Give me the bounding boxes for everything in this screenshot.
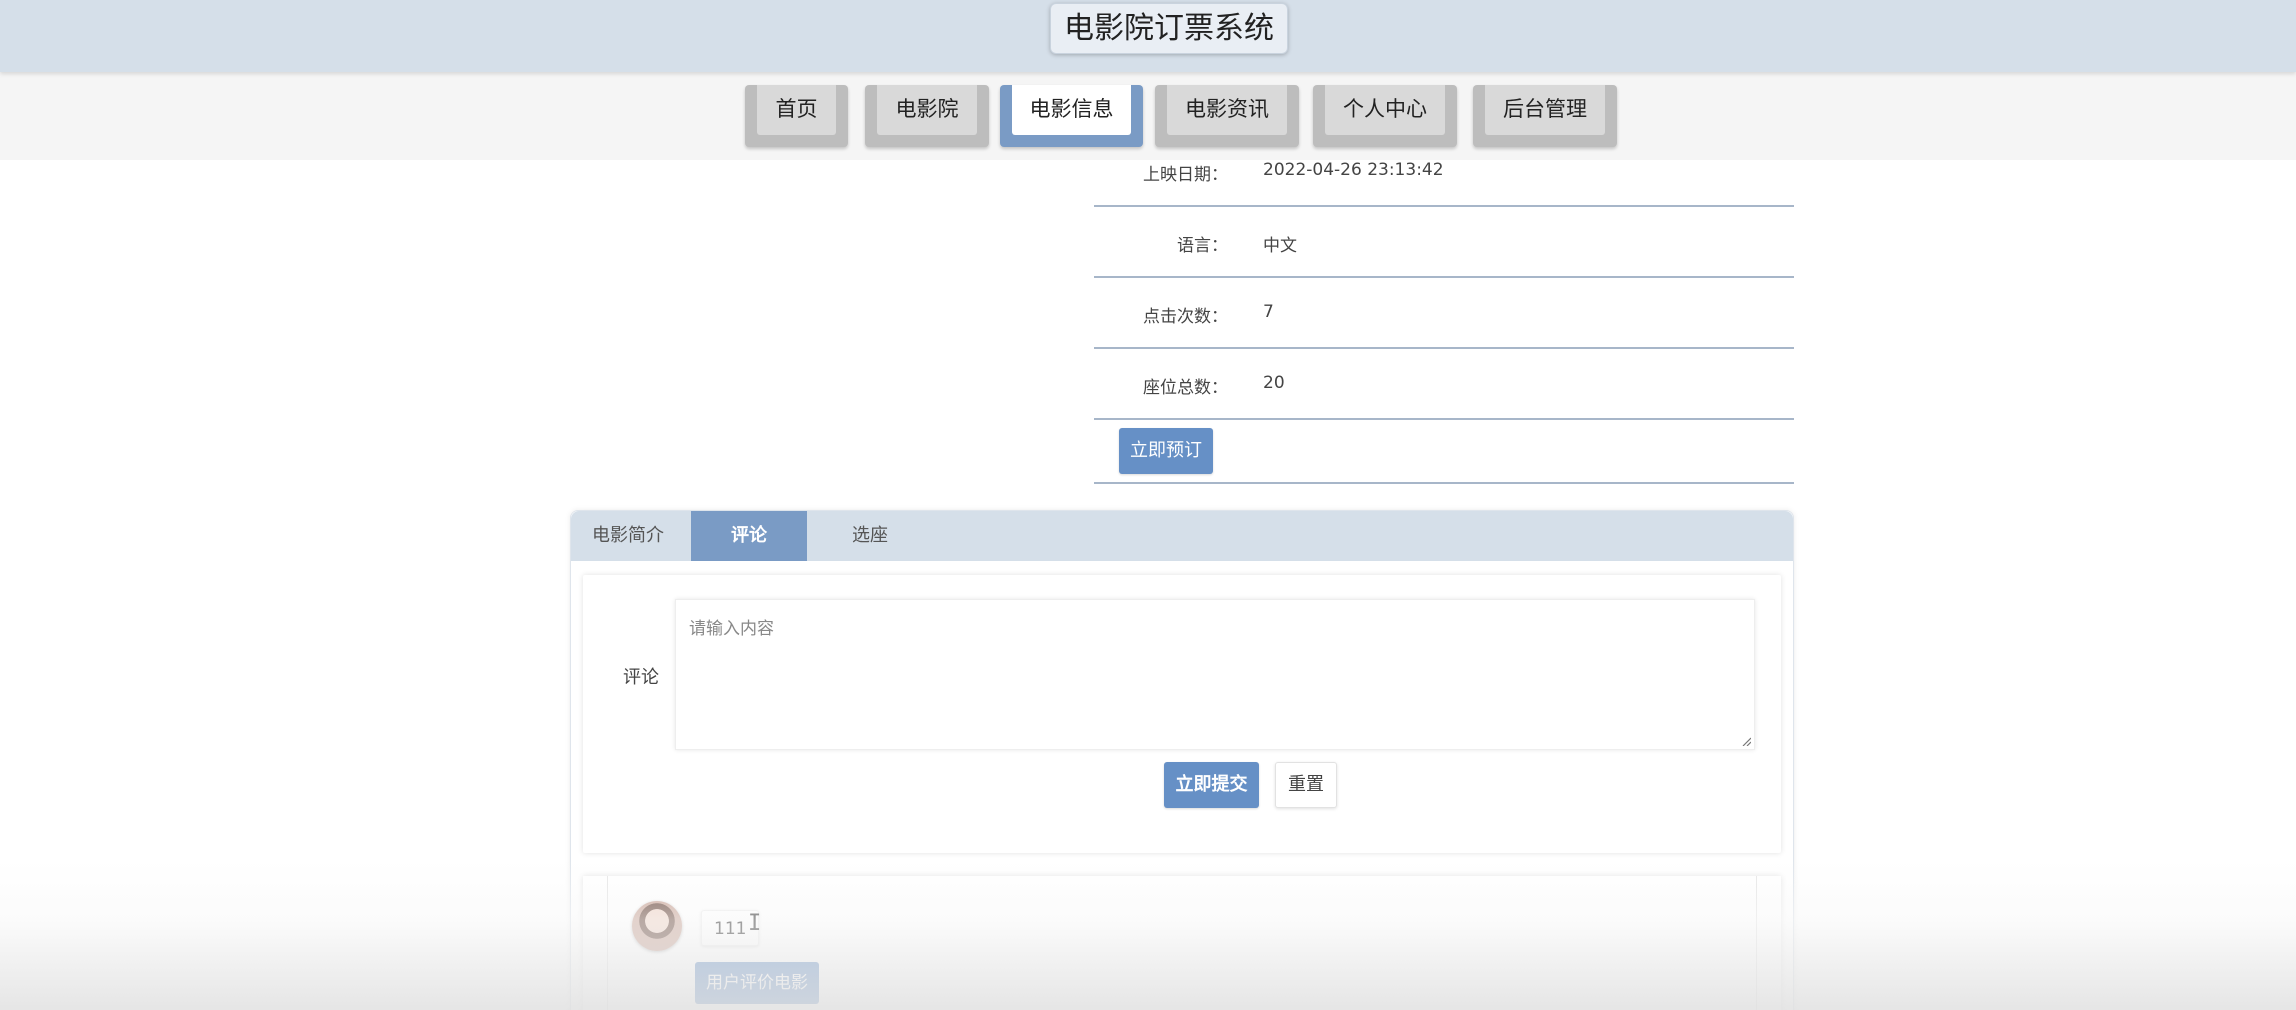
submit-comment-button[interactable]: 立即提交: [1164, 762, 1259, 808]
detail-value: 2022-04-26 23:13:42: [1263, 160, 1444, 180]
nav-item-label: 后台管理: [1485, 85, 1605, 135]
detail-row-language: 语言： 中文: [1094, 207, 1794, 278]
avatar: [632, 901, 682, 951]
nav-item-label: 首页: [757, 85, 836, 135]
comment-list: 111 I 用户评价电影: [583, 876, 1781, 1010]
detail-value: 7: [1263, 302, 1274, 322]
nav-item-cinemas[interactable]: 电影院: [865, 85, 989, 147]
nav-item-label: 电影院: [877, 85, 977, 135]
tab-seat-selection[interactable]: 选座: [807, 511, 933, 561]
comment-form: 评论 请输入内容 立即提交 重置: [583, 575, 1781, 853]
detail-row-clicks: 点击次数： 7: [1094, 278, 1794, 349]
tab-comments[interactable]: 评论: [691, 511, 807, 561]
nav-item-movie-info[interactable]: 电影信息: [1000, 85, 1143, 147]
detail-row-seats: 座位总数： 20: [1094, 349, 1794, 420]
nav-item-home[interactable]: 首页: [745, 85, 848, 147]
nav-item-label: 电影信息: [1012, 85, 1131, 135]
detail-label: 座位总数：: [1143, 378, 1228, 398]
nav-item-personal-center[interactable]: 个人中心: [1313, 85, 1457, 147]
text-cursor-icon: I: [748, 911, 762, 936]
detail-value: 中文: [1263, 236, 1297, 256]
detail-row-release-date: 上映日期： 2022-04-26 23:13:42: [1094, 160, 1794, 207]
book-now-button[interactable]: 立即预订: [1119, 428, 1213, 474]
detail-label: 上映日期：: [1143, 165, 1228, 185]
nav-item-movie-news[interactable]: 电影资讯: [1155, 85, 1299, 147]
resize-grip-icon[interactable]: [1741, 736, 1751, 746]
detail-row-actions: 立即预订: [1094, 420, 1794, 484]
detail-label: 语言：: [1177, 236, 1228, 256]
detail-label: 点击次数：: [1143, 307, 1228, 327]
comment-item: 111 I 用户评价电影: [607, 876, 1757, 1010]
tab-header: 电影简介 评论 选座: [571, 511, 1793, 561]
comment-tag: 用户评价电影: [695, 962, 819, 1004]
comment-textarea[interactable]: 请输入内容: [675, 599, 1755, 750]
nav-item-label: 个人中心: [1325, 85, 1445, 135]
detail-value: 20: [1263, 373, 1285, 393]
site-title: 电影院订票系统: [1050, 3, 1288, 54]
main-nav: [0, 72, 2296, 160]
nav-item-label: 电影资讯: [1167, 85, 1287, 135]
nav-item-admin[interactable]: 后台管理: [1473, 85, 1617, 147]
reset-button[interactable]: 重置: [1275, 762, 1337, 808]
comment-field-label: 评论: [623, 667, 659, 688]
tab-movie-intro[interactable]: 电影简介: [571, 511, 685, 561]
header-bar: 电影院订票系统: [0, 0, 2296, 72]
comment-placeholder: 请输入内容: [689, 619, 774, 639]
